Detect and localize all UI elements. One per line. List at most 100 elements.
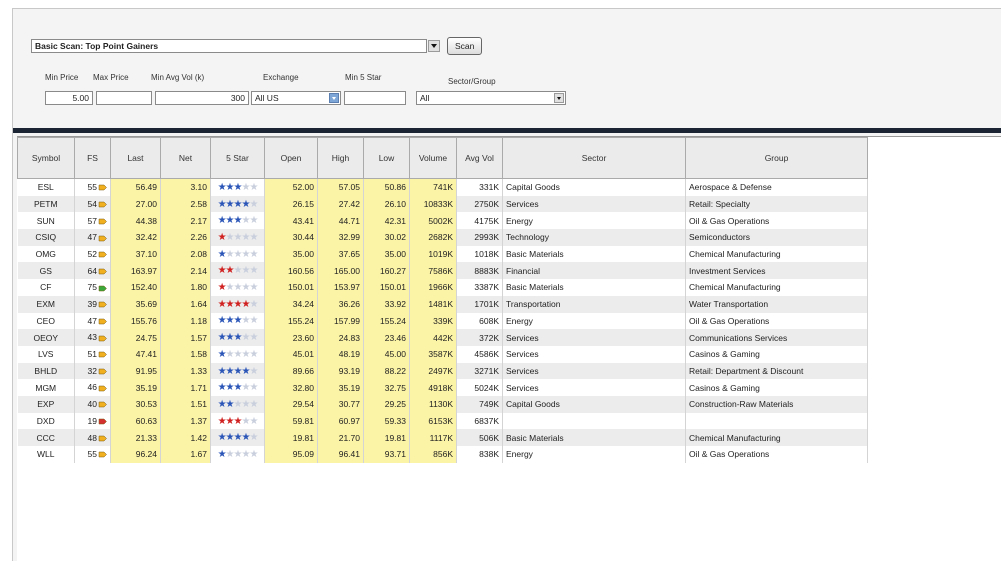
volume-cell: 5002K (409, 212, 457, 230)
symbol-cell: MGM (17, 379, 75, 396)
table-row[interactable]: WLL 55 96.24 1.67 ★★★★★ 95.09 96.41 93.71 856K 83… (17, 446, 868, 463)
sector-group-label: Sector/Group (448, 77, 496, 86)
symbol-cell: PETM (17, 195, 75, 213)
net-cell: 1.64 (160, 295, 211, 313)
table-row[interactable]: OMG 52 37.10 2.08 ★★★★★ 35.00 37.65 35.00 1019K 1… (17, 245, 868, 263)
net-cell: 1.67 (160, 446, 211, 463)
column-header-high[interactable]: High (317, 137, 364, 179)
star-empty-icon: ★ (249, 248, 259, 260)
group-cell: Construction-Raw Materials (685, 395, 868, 413)
star-empty-icon: ★ (249, 332, 259, 344)
table-row[interactable]: LVS 51 47.41 1.58 ★★★★★ 45.01 48.19 45.00 3587K 4… (17, 345, 868, 363)
high-cell: 36.26 (317, 295, 364, 313)
last-cell: 152.40 (110, 279, 161, 296)
low-cell: 59.33 (363, 412, 410, 430)
table-row[interactable]: ESL 55 56.49 3.10 ★★★★★ 52.00 57.05 50.86 741K 33… (17, 178, 868, 196)
volume-cell: 10833K (409, 195, 457, 213)
table-row[interactable]: CCC 48 21.33 1.42 ★★★★★ 19.81 21.70 19.81 1117K 5… (17, 429, 868, 446)
column-header-5-star[interactable]: 5 Star (210, 137, 265, 179)
table-row[interactable]: CEO 47 155.76 1.18 ★★★★★ 155.24 157.99 155.24 33… (17, 312, 868, 330)
column-header-fs[interactable]: FS (74, 137, 111, 179)
avg-vol-cell: 1018K (456, 245, 503, 263)
column-header-net[interactable]: Net (160, 137, 211, 179)
column-header-avg-vol[interactable]: Avg Vol (456, 137, 503, 179)
five-star-rating: ★★★★★ (218, 332, 259, 344)
table-row[interactable]: CF 75 152.40 1.80 ★★★★★ 150.01 153.97 150.01 196… (17, 279, 868, 296)
table-row[interactable]: SUN 57 44.38 2.17 ★★★★★ 43.41 44.71 42.31 5002K 4… (17, 212, 868, 230)
min-price-input[interactable]: 5.00 (45, 91, 93, 105)
symbol-cell: EXP (17, 395, 75, 413)
yellow-hand-icon (98, 217, 107, 226)
symbol-cell: CCC (17, 429, 75, 446)
column-header-sector[interactable]: Sector (502, 137, 686, 179)
scan-button[interactable]: Scan (447, 36, 483, 55)
group-cell: Chemical Manufacturing (685, 245, 868, 263)
fs-value: 43 (87, 332, 97, 343)
sector-cell: Services (502, 362, 686, 380)
five-star-rating: ★★★★★ (218, 448, 259, 460)
sector-cell: Services (502, 329, 686, 346)
volume-cell: 1019K (409, 245, 457, 263)
dropdown-arrow-icon[interactable] (428, 39, 440, 52)
stars-cell: ★★★★★ (210, 178, 265, 196)
column-header-low[interactable]: Low (363, 137, 410, 179)
open-cell: 19.81 (264, 429, 318, 446)
star-empty-icon: ★ (249, 448, 259, 460)
dropdown-arrow-icon[interactable] (554, 93, 564, 103)
column-header-volume[interactable]: Volume (409, 137, 457, 179)
table-row[interactable]: OEOY 43 24.75 1.57 ★★★★★ 23.60 24.83 23.46 442K 3… (17, 329, 868, 346)
stars-cell: ★★★★★ (210, 295, 265, 313)
table-row[interactable]: EXM 39 35.69 1.64 ★★★★★ 34.24 36.26 33.92 1481K 1… (17, 295, 868, 313)
group-cell: Casinos & Gaming (685, 345, 868, 363)
exchange-label: Exchange (263, 73, 299, 82)
column-header-open[interactable]: Open (264, 137, 318, 179)
net-cell: 1.37 (160, 412, 211, 430)
sector-cell: Basic Materials (502, 245, 686, 263)
high-cell: 153.97 (317, 279, 364, 296)
fs-value: 46 (87, 382, 97, 393)
table-row[interactable]: EXP 40 30.53 1.51 ★★★★★ 29.54 30.77 29.25 1130K 7… (17, 395, 868, 413)
stars-cell: ★★★★★ (210, 212, 265, 230)
column-header-last[interactable]: Last (110, 137, 161, 179)
symbol-cell: CEO (17, 312, 75, 330)
symbol-cell: WLL (17, 446, 75, 463)
column-header-group[interactable]: Group (685, 137, 868, 179)
low-cell: 45.00 (363, 345, 410, 363)
sector-cell: Capital Goods (502, 395, 686, 413)
exchange-select[interactable]: All US (251, 91, 341, 105)
scan-type-select[interactable]: Basic Scan: Top Point Gainers (31, 38, 440, 53)
min-5-star-input[interactable] (344, 91, 406, 105)
min-avg-vol-input[interactable]: 300 (155, 91, 249, 105)
high-cell: 35.19 (317, 379, 364, 396)
open-cell: 150.01 (264, 279, 318, 296)
volume-cell: 856K (409, 446, 457, 463)
high-cell: 21.70 (317, 429, 364, 446)
yellow-hand-icon (98, 334, 107, 343)
volume-cell: 1481K (409, 295, 457, 313)
avg-vol-cell: 4586K (456, 345, 503, 363)
table-row[interactable]: GS 64 163.97 2.14 ★★★★★ 160.56 165.00 160.27 758… (17, 262, 868, 280)
table-row[interactable]: DXD 19 60.63 1.37 ★★★★★ 59.81 60.97 59.33 6153K 6… (17, 412, 868, 430)
net-cell: 3.10 (160, 178, 211, 196)
yellow-hand-icon (98, 450, 107, 459)
table-row[interactable]: BHLD 32 91.95 1.33 ★★★★★ 89.66 93.19 88.22 2497K… (17, 362, 868, 380)
table-row[interactable]: PETM 54 27.00 2.58 ★★★★★ 26.15 27.42 26.10 10833… (17, 195, 868, 213)
fs-cell: 55 (74, 178, 111, 196)
high-cell: 24.83 (317, 329, 364, 346)
volume-cell: 1130K (409, 395, 457, 413)
open-cell: 34.24 (264, 295, 318, 313)
fs-value: 47 (87, 232, 97, 243)
symbol-cell: OEOY (17, 329, 75, 346)
last-cell: 96.24 (110, 446, 161, 463)
sector-group-select[interactable]: All (416, 91, 566, 105)
stars-cell: ★★★★★ (210, 412, 265, 430)
dropdown-arrow-icon[interactable] (329, 93, 339, 103)
high-cell: 60.97 (317, 412, 364, 430)
max-price-input[interactable] (96, 91, 152, 105)
table-row[interactable]: MGM 46 35.19 1.71 ★★★★★ 32.80 35.19 32.75 4918K 5… (17, 379, 868, 396)
column-header-symbol[interactable]: Symbol (17, 137, 75, 179)
table-row[interactable]: CSIQ 47 32.42 2.26 ★★★★★ 30.44 32.99 30.02 2682K… (17, 229, 868, 246)
high-cell: 44.71 (317, 212, 364, 230)
fs-cell: 75 (74, 279, 111, 296)
fs-value: 32 (87, 365, 97, 376)
